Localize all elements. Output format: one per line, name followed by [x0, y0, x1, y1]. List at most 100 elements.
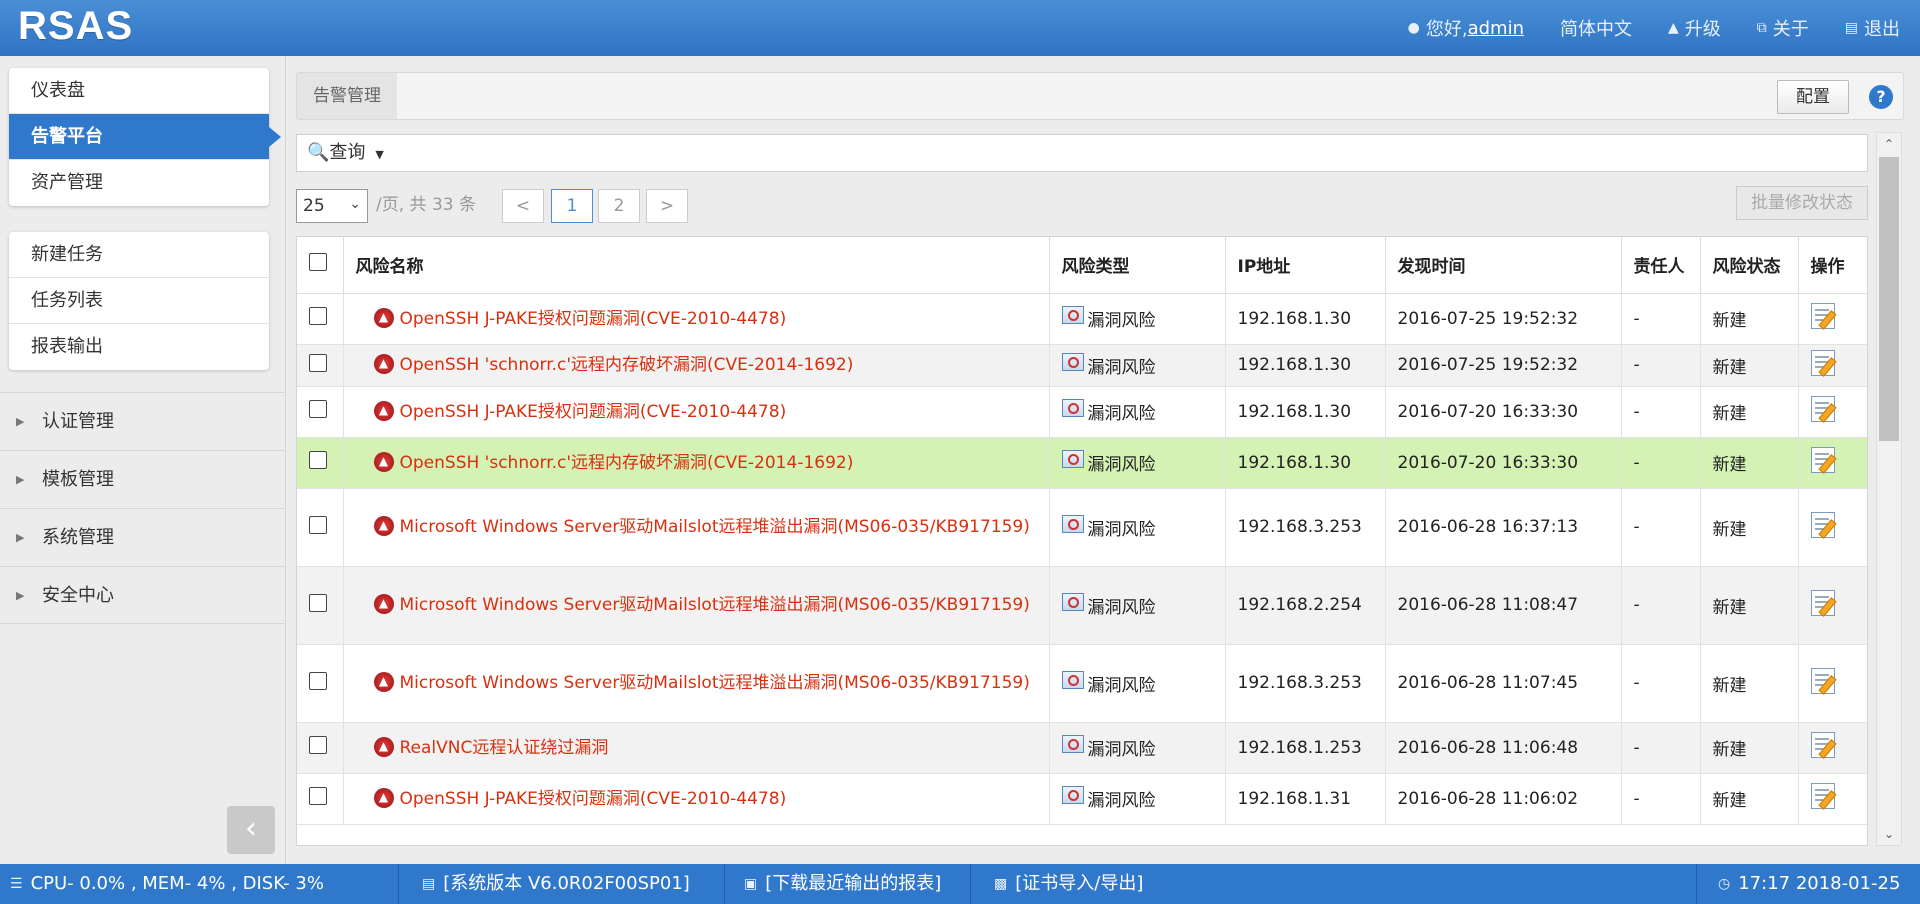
risk-name-cell[interactable]: ▲ OpenSSH J-PAKE授权问题漏洞(CVE-2010-4478) [343, 293, 1050, 345]
nav-group-template[interactable]: ▶ 模板管理 [0, 450, 286, 508]
language-switch[interactable]: 简体中文 [1560, 15, 1632, 41]
owner: - [1621, 437, 1701, 489]
col-status[interactable]: 风险状态 [1700, 237, 1799, 294]
nav-group-system[interactable]: ▶ 系统管理 [0, 508, 286, 566]
page-button-2[interactable]: 2 [598, 189, 640, 223]
nav-dashboard[interactable]: 仪表盘 [9, 68, 269, 114]
row-checkbox[interactable] [309, 671, 327, 690]
risk-name[interactable]: OpenSSH J-PAKE授权问题漏洞(CVE-2010-4478) [400, 402, 787, 422]
nav-report-output[interactable]: 报表输出 [9, 324, 269, 370]
upgrade-icon: ▲ [1667, 20, 1679, 36]
risk-name-cell[interactable]: ▲ RealVNC远程认证绕过漏洞 [343, 722, 1050, 774]
batch-modify-status-button[interactable]: 批量修改状态 [1736, 186, 1868, 220]
logout-label: 退出 [1864, 19, 1900, 40]
ip-address: 192.168.1.253 [1225, 722, 1386, 774]
col-risk-type[interactable]: 风险类型 [1049, 237, 1226, 294]
system-version[interactable]: ▤ [系统版本 V6.0R02F00SP01] [422, 864, 690, 904]
discover-time: 2016-06-28 11:06:02 [1385, 773, 1622, 825]
about-link[interactable]: ⧉ 关于 [1757, 15, 1809, 41]
ip-address: 192.168.2.254 [1225, 566, 1386, 645]
username-link[interactable]: admin [1468, 18, 1524, 39]
next-page-button[interactable]: > [646, 189, 688, 223]
risk-name[interactable]: Microsoft Windows Server驱动Mailslot远程堆溢出漏… [400, 673, 1030, 693]
select-all-checkbox[interactable] [309, 253, 327, 272]
table-row[interactable]: ▲ Microsoft Windows Server驱动Mailslot远程堆溢出… [297, 488, 1867, 567]
query-bar[interactable]: 🔍查询 ▼ [296, 134, 1868, 172]
risk-name[interactable]: OpenSSH 'schnorr.c'远程内存破坏漏洞(CVE-2014-169… [400, 355, 854, 375]
logout-link[interactable]: ▤ 退出 [1845, 15, 1900, 41]
table-row[interactable]: ▲ RealVNC远程认证绕过漏洞 漏洞风险 192.168.1.253 2016… [297, 722, 1867, 774]
page-button-1[interactable]: 1 [551, 189, 593, 223]
upgrade-link[interactable]: ▲ 升级 [1668, 15, 1721, 41]
row-checkbox[interactable] [309, 787, 327, 805]
table-row[interactable]: ▲ OpenSSH J-PAKE授权问题漏洞(CVE-2010-4478) 漏洞风… [297, 386, 1867, 438]
row-checkbox[interactable] [309, 307, 327, 325]
risk-type: 漏洞风险 [1087, 357, 1156, 378]
col-time[interactable]: 发现时间 [1385, 237, 1622, 294]
edit-icon[interactable] [1810, 732, 1835, 758]
status-bar: ☰ CPU- 0.0% , MEM- 4% , DISK- 3% ▤ [系统版本… [0, 864, 1920, 904]
config-button[interactable]: 配置 [1777, 80, 1849, 114]
risk-name-cell[interactable]: ▲ OpenSSH 'schnorr.c'远程内存破坏漏洞(CVE-2014-16… [343, 344, 1050, 387]
risk-type: 漏洞风险 [1087, 404, 1156, 424]
risk-name[interactable]: OpenSSH J-PAKE授权问题漏洞(CVE-2010-4478) [400, 789, 787, 809]
nav-group-security[interactable]: ▶ 安全中心 [0, 566, 286, 624]
nav-group-auth[interactable]: ▶ 认证管理 [0, 392, 286, 450]
vuln-type-icon [1061, 450, 1084, 468]
ip-address: 192.168.1.30 [1225, 293, 1386, 345]
scroll-up-icon[interactable]: ⌃ [1877, 133, 1901, 155]
nav-alert-platform[interactable]: 告警平台 [9, 114, 281, 160]
col-owner[interactable]: 责任人 [1621, 237, 1701, 294]
risk-name[interactable]: Microsoft Windows Server驱动Mailslot远程堆溢出漏… [400, 595, 1030, 615]
col-ip[interactable]: IP地址 [1225, 237, 1386, 294]
table-row[interactable]: ▲ OpenSSH 'schnorr.c'远程内存破坏漏洞(CVE-2014-16… [297, 344, 1867, 387]
nav-new-task[interactable]: 新建任务 [9, 232, 269, 278]
action-cell [1798, 566, 1867, 645]
risk-name[interactable]: RealVNC远程认证绕过漏洞 [400, 738, 609, 758]
risk-name-cell[interactable]: ▲ OpenSSH 'schnorr.c'远程内存破坏漏洞(CVE-2014-16… [343, 437, 1050, 489]
page-size-select[interactable]: 25 ⌄ [296, 189, 368, 223]
row-checkbox[interactable] [309, 400, 327, 418]
risk-name-cell[interactable]: ▲ Microsoft Windows Server驱动Mailslot远程堆溢出… [343, 644, 1050, 723]
risk-name[interactable]: OpenSSH J-PAKE授权问题漏洞(CVE-2010-4478) [400, 309, 787, 329]
table-row[interactable]: ▲ Microsoft Windows Server驱动Mailslot远程堆溢出… [297, 644, 1867, 723]
edit-icon[interactable] [1810, 447, 1835, 473]
table-row[interactable]: ▲ OpenSSH J-PAKE授权问题漏洞(CVE-2010-4478) 漏洞风… [297, 773, 1867, 825]
row-checkbox[interactable] [309, 451, 327, 469]
discover-time: 2016-07-25 19:52:32 [1385, 344, 1622, 387]
edit-icon[interactable] [1810, 396, 1835, 422]
prev-page-button[interactable]: < [502, 189, 544, 223]
row-select-cell [297, 566, 344, 645]
download-report-link[interactable]: ▣ [下载最近输出的报表] [744, 864, 941, 904]
help-icon[interactable]: ? [1869, 85, 1893, 109]
scroll-down-icon[interactable]: ⌄ [1877, 823, 1901, 845]
row-checkbox[interactable] [309, 515, 327, 534]
edit-icon[interactable] [1810, 783, 1835, 809]
certificate-link[interactable]: ▩ [证书导入/导出] [994, 864, 1143, 904]
nav-task-list[interactable]: 任务列表 [9, 278, 269, 324]
edit-icon[interactable] [1810, 303, 1835, 329]
risk-name-cell[interactable]: ▲ Microsoft Windows Server驱动Mailslot远程堆溢出… [343, 488, 1050, 567]
sidebar-collapse-button[interactable]: ‹ [227, 806, 275, 854]
table-row[interactable]: ▲ OpenSSH J-PAKE授权问题漏洞(CVE-2010-4478) 漏洞风… [297, 293, 1867, 345]
row-checkbox[interactable] [309, 736, 327, 754]
edit-icon[interactable] [1810, 667, 1835, 694]
ip-address: 192.168.3.253 [1225, 644, 1386, 723]
query-toggle[interactable]: 🔍查询 ▼ [307, 135, 384, 173]
edit-icon[interactable] [1810, 349, 1835, 376]
risk-name-cell[interactable]: ▲ Microsoft Windows Server驱动Mailslot远程堆溢出… [343, 566, 1050, 645]
scroll-thumb[interactable] [1879, 157, 1899, 441]
risk-name-cell[interactable]: ▲ OpenSSH J-PAKE授权问题漏洞(CVE-2010-4478) [343, 773, 1050, 825]
row-checkbox[interactable] [309, 353, 327, 372]
edit-icon[interactable] [1810, 589, 1835, 616]
col-risk-name[interactable]: 风险名称 [343, 237, 1050, 294]
table-scrollbar[interactable]: ⌃ ⌄ [1876, 132, 1902, 846]
risk-name[interactable]: Microsoft Windows Server驱动Mailslot远程堆溢出漏… [400, 517, 1030, 537]
nav-asset-management[interactable]: 资产管理 [9, 160, 269, 206]
edit-icon[interactable] [1810, 511, 1835, 538]
row-checkbox[interactable] [309, 593, 327, 612]
table-row[interactable]: ▲ OpenSSH 'schnorr.c'远程内存破坏漏洞(CVE-2014-16… [297, 437, 1867, 489]
table-row[interactable]: ▲ Microsoft Windows Server驱动Mailslot远程堆溢出… [297, 566, 1867, 645]
risk-name-cell[interactable]: ▲ OpenSSH J-PAKE授权问题漏洞(CVE-2010-4478) [343, 386, 1050, 438]
risk-name[interactable]: OpenSSH 'schnorr.c'远程内存破坏漏洞(CVE-2014-169… [400, 453, 854, 473]
